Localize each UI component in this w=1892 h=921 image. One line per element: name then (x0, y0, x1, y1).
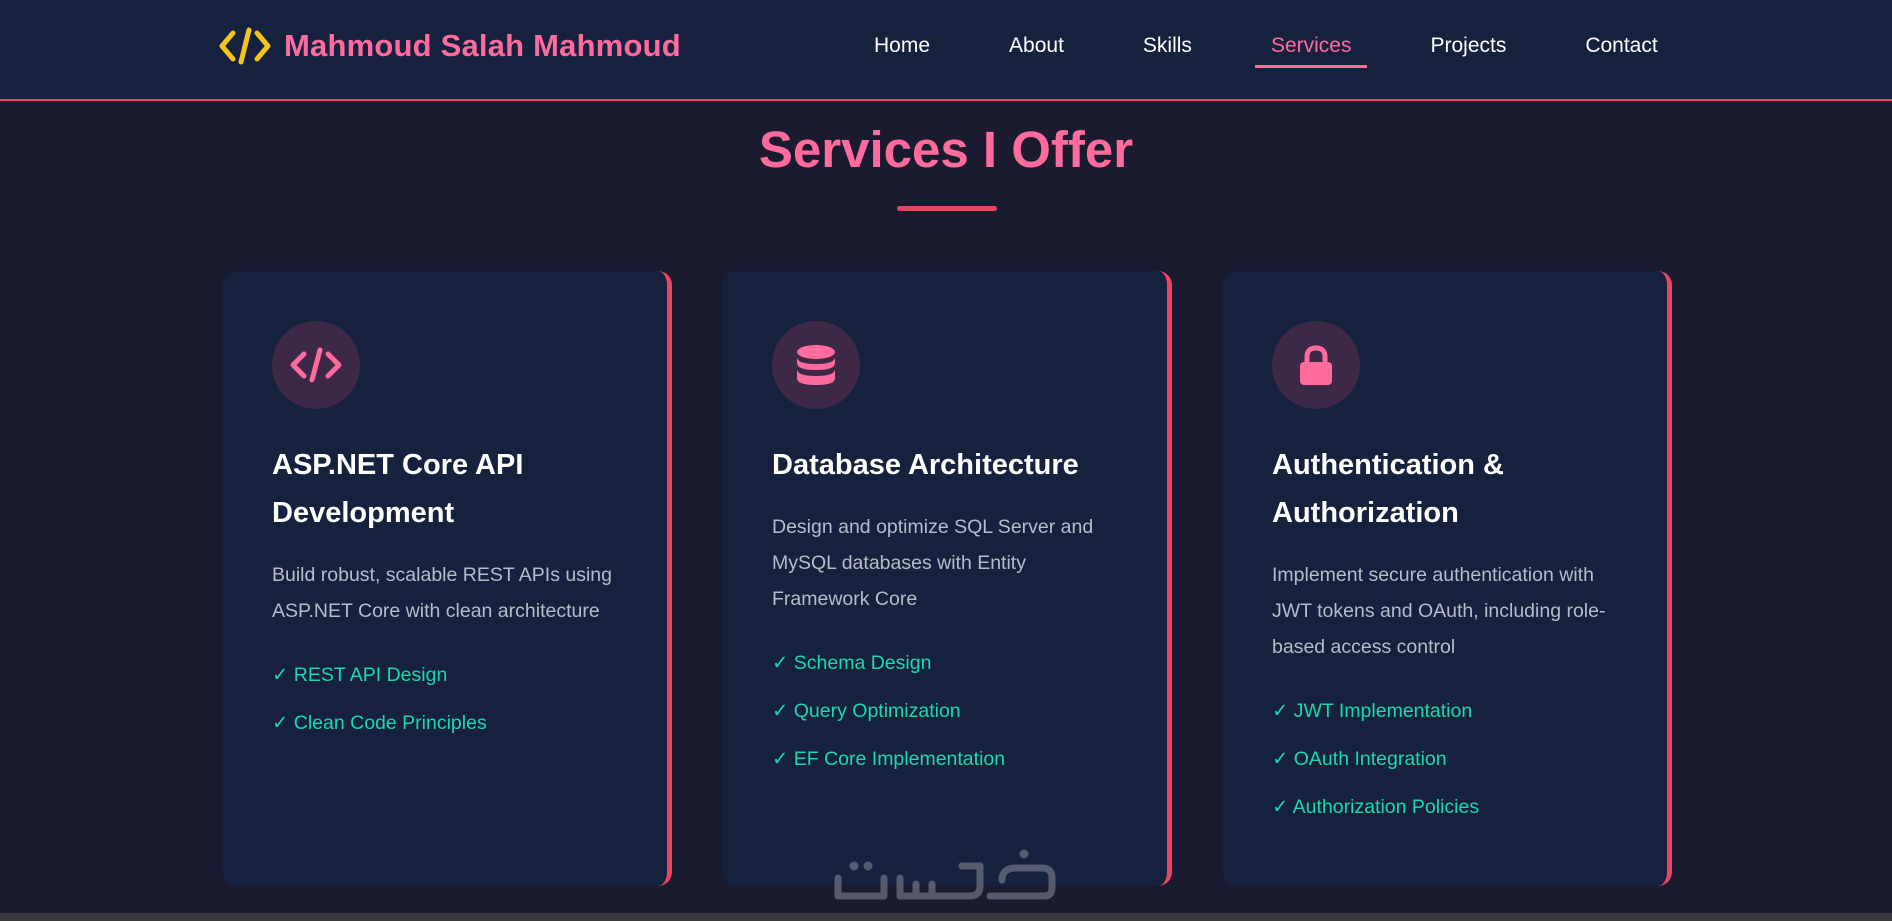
database-icon (797, 345, 835, 385)
feature-list: ✓ JWT Implementation ✓ OAuth Integration… (1272, 687, 1622, 831)
icon-circle (772, 321, 860, 409)
title-underline (897, 206, 997, 211)
service-card-auth: Authentication & Authorization Implement… (1222, 271, 1672, 886)
nav-links: Home About Skills Services Projects Cont… (858, 0, 1721, 101)
feature-item: ✓ OAuth Integration (1272, 748, 1447, 770)
code-icon (290, 347, 342, 383)
feature-item: ✓ Authorization Policies (1272, 796, 1480, 818)
card-description: Build robust, scalable REST APIs using A… (272, 564, 612, 622)
logo[interactable]: Mahmoud Salah Mahmoud (218, 25, 681, 67)
watermark-logo (834, 849, 1056, 900)
feature-item: ✓ JWT Implementation (1272, 700, 1473, 722)
card-description: Implement secure authentication with JWT… (1272, 564, 1606, 658)
nav-link-contact[interactable]: Contact (1569, 34, 1673, 66)
service-card-database: Database Architecture Design and optimiz… (722, 271, 1172, 886)
feature-item: ✓ Clean Code Principles (272, 712, 487, 734)
lock-icon (1300, 345, 1332, 385)
code-icon (219, 27, 271, 65)
nav-link-projects[interactable]: Projects (1414, 34, 1522, 66)
navbar: Mahmoud Salah Mahmoud Home About Skills … (0, 0, 1892, 101)
icon-circle (272, 321, 360, 409)
feature-item: ✓ EF Core Implementation (772, 748, 1006, 770)
logo-text: Mahmoud Salah Mahmoud (284, 28, 681, 63)
nav-link-about[interactable]: About (993, 34, 1080, 66)
feature-item: ✓ REST API Design (272, 664, 448, 686)
feature-item: ✓ Query Optimization (772, 700, 961, 722)
card-title: Authentication & Authorization (1272, 449, 1504, 529)
nav-link-home[interactable]: Home (858, 34, 946, 66)
card-title: Database Architecture (772, 449, 1079, 481)
nav-link-skills[interactable]: Skills (1127, 34, 1208, 66)
card-description: Design and optimize SQL Server and MySQL… (772, 516, 1094, 610)
feature-list: ✓ REST API Design ✓ Clean Code Principle… (272, 651, 622, 747)
service-card-api: ASP.NET Core API Development Build robus… (222, 271, 672, 886)
feature-item: ✓ Schema Design (772, 652, 932, 674)
feature-list: ✓ Schema Design ✓ Query Optimization ✓ E… (772, 639, 1122, 783)
bottom-bar (0, 913, 1892, 921)
card-title: ASP.NET Core API Development (272, 449, 524, 529)
section-title: Services I Offer (758, 121, 1134, 178)
icon-circle (1272, 321, 1360, 409)
nav-link-services[interactable]: Services (1254, 34, 1368, 68)
